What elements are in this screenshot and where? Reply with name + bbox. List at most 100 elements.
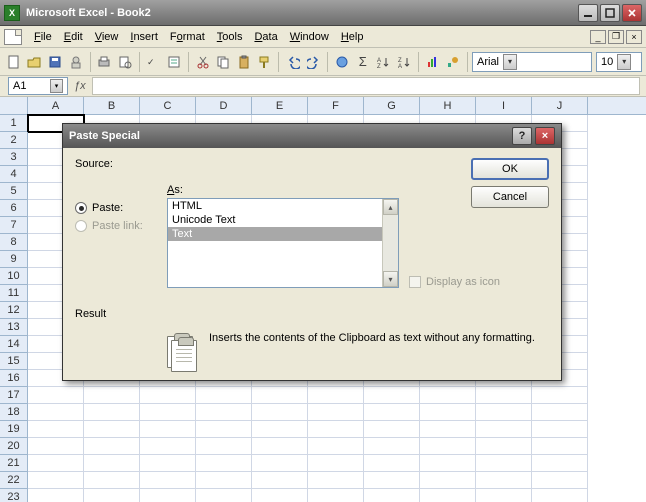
column-header[interactable]: H (420, 97, 476, 114)
row-header[interactable]: 11 (0, 285, 28, 302)
column-header[interactable]: I (476, 97, 532, 114)
cancel-button[interactable]: Cancel (471, 186, 549, 208)
cell[interactable] (420, 489, 476, 502)
cell[interactable] (252, 472, 308, 489)
row-header[interactable]: 20 (0, 438, 28, 455)
row-header[interactable]: 8 (0, 234, 28, 251)
column-header[interactable]: F (308, 97, 364, 114)
menu-insert[interactable]: Insert (124, 29, 164, 45)
redo-icon[interactable] (304, 51, 324, 73)
row-header[interactable]: 18 (0, 404, 28, 421)
cell[interactable] (532, 387, 588, 404)
cell[interactable] (476, 438, 532, 455)
chart-wizard-icon[interactable] (423, 51, 443, 73)
cell[interactable] (196, 472, 252, 489)
row-header[interactable]: 14 (0, 336, 28, 353)
cell[interactable] (252, 404, 308, 421)
cell[interactable] (84, 421, 140, 438)
cell[interactable] (140, 455, 196, 472)
permission-icon[interactable] (66, 51, 86, 73)
sort-desc-icon[interactable]: ZA (394, 51, 414, 73)
cell[interactable] (140, 438, 196, 455)
formula-input[interactable] (92, 77, 640, 95)
list-item[interactable]: Text (168, 227, 382, 241)
row-header[interactable]: 9 (0, 251, 28, 268)
cell[interactable] (308, 489, 364, 502)
chevron-down-icon[interactable]: ▾ (50, 79, 63, 93)
column-header[interactable]: J (532, 97, 588, 114)
close-button[interactable] (622, 4, 642, 22)
cell[interactable] (196, 404, 252, 421)
cell[interactable] (476, 404, 532, 421)
cell[interactable] (308, 438, 364, 455)
row-header[interactable]: 13 (0, 319, 28, 336)
format-listbox[interactable]: HTMLUnicode TextText ▴ ▾ (167, 198, 399, 288)
font-size-combo[interactable]: 10 ▾ (596, 52, 642, 72)
cell[interactable] (196, 489, 252, 502)
cell[interactable] (420, 472, 476, 489)
cell[interactable] (308, 455, 364, 472)
row-header[interactable]: 4 (0, 166, 28, 183)
cell[interactable] (532, 404, 588, 421)
research-icon[interactable] (164, 51, 184, 73)
column-header[interactable]: D (196, 97, 252, 114)
cell[interactable] (420, 404, 476, 421)
cell[interactable] (308, 421, 364, 438)
row-header[interactable]: 15 (0, 353, 28, 370)
cell[interactable] (140, 472, 196, 489)
cell[interactable] (420, 438, 476, 455)
dialog-titlebar[interactable]: Paste Special ? × (63, 124, 561, 148)
cell[interactable] (420, 387, 476, 404)
cell[interactable] (476, 421, 532, 438)
menu-tools[interactable]: Tools (211, 29, 249, 45)
cell[interactable] (140, 404, 196, 421)
cell[interactable] (420, 455, 476, 472)
row-header[interactable]: 1 (0, 115, 28, 132)
menu-window[interactable]: Window (284, 29, 335, 45)
cell[interactable] (476, 489, 532, 502)
cell[interactable] (364, 387, 420, 404)
cell[interactable] (84, 404, 140, 421)
maximize-button[interactable] (600, 4, 620, 22)
cell[interactable] (532, 438, 588, 455)
help-button[interactable]: ? (512, 127, 532, 145)
cell[interactable] (308, 387, 364, 404)
cell[interactable] (476, 387, 532, 404)
cell[interactable] (364, 472, 420, 489)
cell[interactable] (28, 489, 84, 502)
cell[interactable] (308, 472, 364, 489)
menu-data[interactable]: Data (248, 29, 283, 45)
paste-radio[interactable]: Paste: (75, 202, 167, 214)
row-header[interactable]: 3 (0, 149, 28, 166)
column-header[interactable]: G (364, 97, 420, 114)
scroll-down-icon[interactable]: ▾ (383, 271, 398, 287)
fx-icon[interactable]: ƒx (74, 80, 86, 92)
autosum-icon[interactable]: Σ (353, 51, 373, 73)
mdi-restore-button[interactable]: ❐ (608, 30, 624, 44)
document-icon[interactable] (4, 29, 22, 45)
cell[interactable] (364, 421, 420, 438)
copy-icon[interactable] (213, 51, 233, 73)
save-icon[interactable] (45, 51, 65, 73)
cell[interactable] (364, 438, 420, 455)
cell[interactable] (84, 438, 140, 455)
cell[interactable] (532, 489, 588, 502)
cell[interactable] (476, 472, 532, 489)
cell[interactable] (532, 455, 588, 472)
menu-file[interactable]: File (28, 29, 58, 45)
list-item[interactable]: HTML (168, 199, 382, 213)
hyperlink-icon[interactable] (332, 51, 352, 73)
cell[interactable] (196, 455, 252, 472)
scrollbar[interactable]: ▴ ▾ (382, 199, 398, 287)
name-box[interactable]: A1 ▾ (8, 77, 68, 95)
cell[interactable] (140, 489, 196, 502)
cell[interactable] (28, 421, 84, 438)
cell[interactable] (84, 472, 140, 489)
menu-format[interactable]: Format (164, 29, 211, 45)
cell[interactable] (84, 489, 140, 502)
mdi-minimize-button[interactable]: _ (590, 30, 606, 44)
cell[interactable] (252, 455, 308, 472)
ok-button[interactable]: OK (471, 158, 549, 180)
row-header[interactable]: 7 (0, 217, 28, 234)
scroll-up-icon[interactable]: ▴ (383, 199, 398, 215)
